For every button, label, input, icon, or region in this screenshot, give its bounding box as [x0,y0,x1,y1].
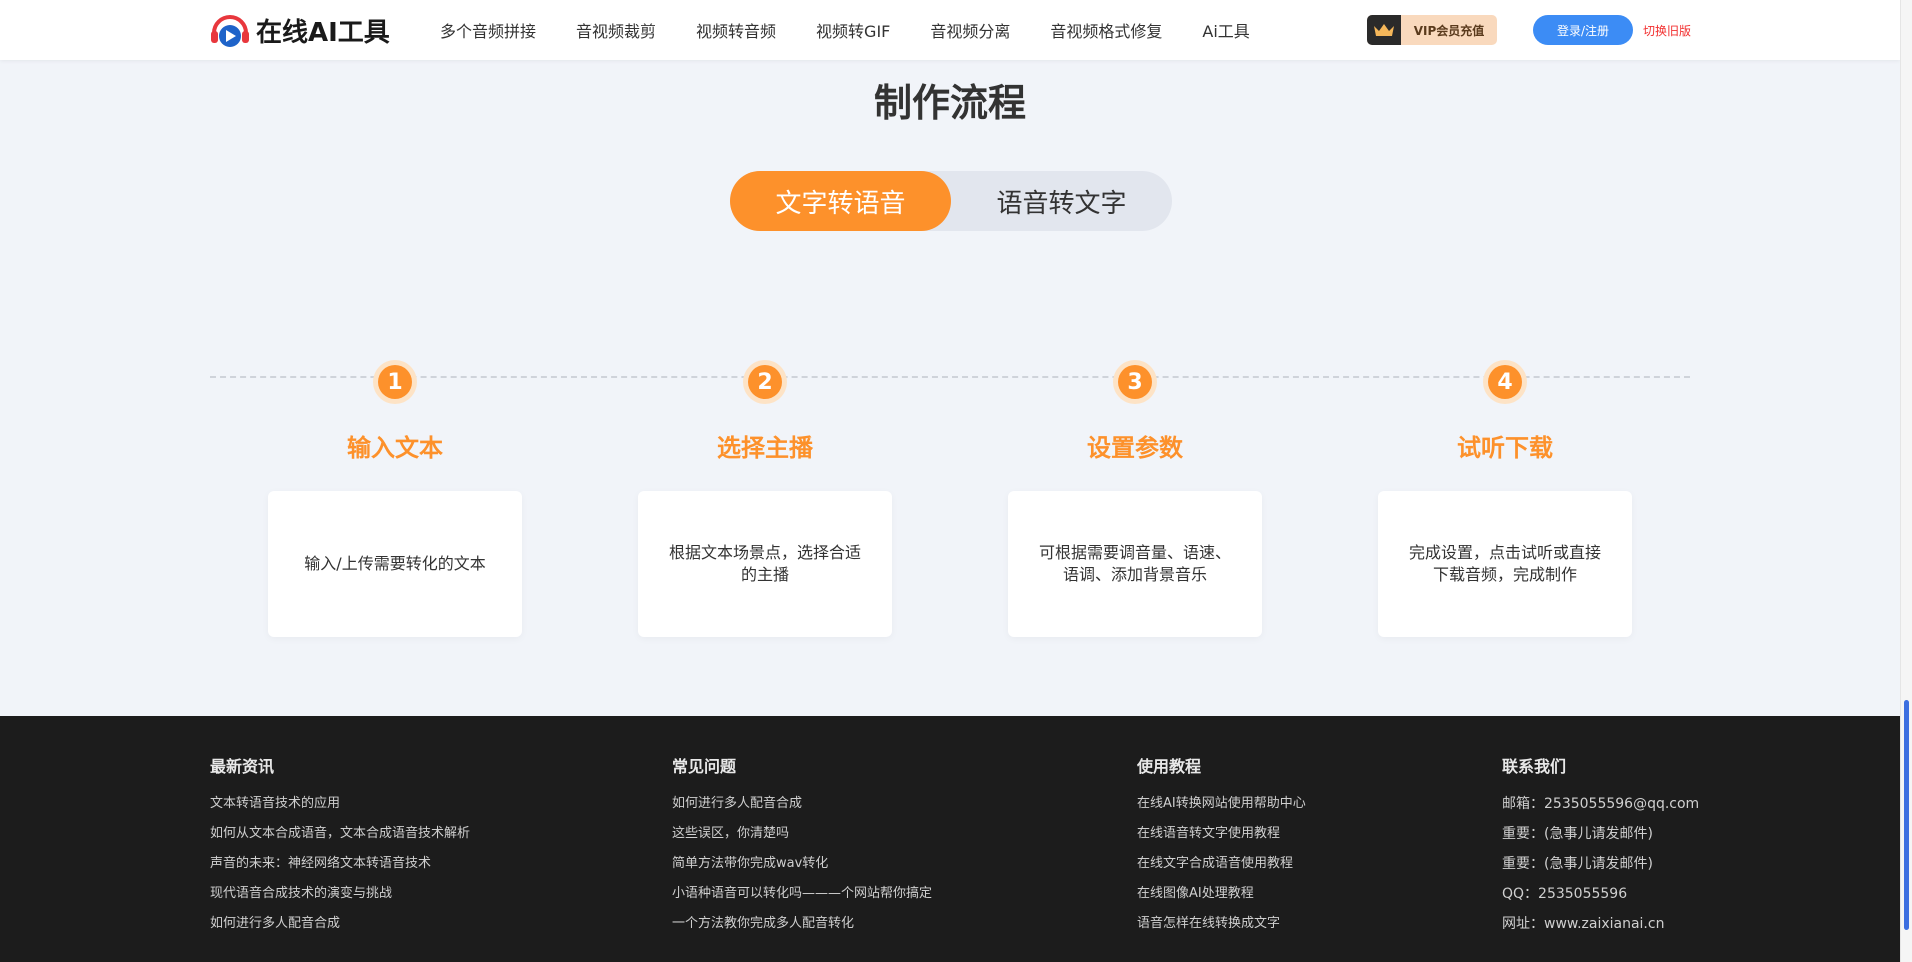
footer-link[interactable]: 现代语音合成技术的演变与挑战 [210,879,470,909]
vip-recharge-button[interactable]: VIP会员充值 [1367,15,1497,45]
step-number-badge: 1 [373,360,417,404]
top-header: 在线AI工具 多个音频拼接 音视频裁剪 视频转音频 视频转GIF 音视频分离 音… [0,0,1900,60]
nav-item-video-to-gif[interactable]: 视频转GIF [816,18,890,42]
nav-item-av-separate[interactable]: 音视频分离 [930,18,1010,42]
login-register-button[interactable]: 登录/注册 [1533,15,1633,45]
footer-link[interactable]: 如何从文本合成语音，文本合成语音技术解析 [210,819,470,849]
contact-website: 网址：www.zaixianai.cn [1502,916,1665,932]
footer-link[interactable]: 在线AI转换网站使用帮助中心 [1137,789,1306,819]
logo-icon [210,11,254,49]
tab-speech-to-text[interactable]: 语音转文字 [951,171,1172,231]
nav-item-audio-merge[interactable]: 多个音频拼接 [440,18,536,42]
step-number: 2 [748,365,782,399]
contact-qq: QQ：2535055596 [1502,886,1628,902]
main-nav: 多个音频拼接 音视频裁剪 视频转音频 视频转GIF 音视频分离 音视频格式修复 … [440,0,1290,60]
footer-column-contact: 联系我们 邮箱：2535055596@qq.com 重要：(急事儿请发邮件) 重… [1502,753,1699,939]
step-card: 完成设置，点击试听或直接下载音频，完成制作 [1378,491,1632,637]
step-card: 输入/上传需要转化的文本 [268,491,522,637]
footer-link[interactable]: 这些误区，你清楚吗 [672,819,932,849]
step-description: 完成设置，点击试听或直接下载音频，完成制作 [1408,543,1601,584]
step-description: 可根据需要调音量、语速、语调、添加背景音乐 [1038,543,1231,584]
site-logo[interactable]: 在线AI工具 [210,10,390,50]
footer-link[interactable]: 小语种语音可以转化吗———个网站帮你搞定 [672,879,932,909]
step-1: 1 输入文本 输入/上传需要转化的文本 [265,360,525,637]
footer-link[interactable]: 在线图像AI处理教程 [1137,879,1306,909]
footer-column-title: 常见问题 [672,757,737,776]
footer-link[interactable]: 文本转语音技术的应用 [210,789,470,819]
step-description: 输入/上传需要转化的文本 [304,554,486,573]
step-number: 3 [1118,365,1152,399]
step-title: 输入文本 [347,434,443,462]
vip-label: VIP会员充值 [1413,23,1485,38]
footer-column-tutorials: 使用教程 在线AI转换网站使用帮助中心 在线语音转文字使用教程 在线文字合成语音… [1137,753,1306,939]
footer-link[interactable]: 在线语音转文字使用教程 [1137,819,1306,849]
nav-item-video-to-audio[interactable]: 视频转音频 [696,18,776,42]
footer-column-news: 最新资讯 文本转语音技术的应用 如何从文本合成语音，文本合成语音技术解析 声音的… [210,753,470,939]
step-number-badge: 2 [743,360,787,404]
step-number: 4 [1488,365,1522,399]
step-title: 设置参数 [1087,434,1183,462]
footer-column-title: 最新资讯 [210,757,275,776]
contact-note: 重要：(急事儿请发邮件) [1502,826,1653,842]
step-title: 选择主播 [717,434,813,462]
section-title: 制作流程 [873,81,1026,125]
process-tabs: 文字转语音 语音转文字 [730,171,1172,231]
step-card: 可根据需要调音量、语速、语调、添加背景音乐 [1008,491,1262,637]
step-description: 根据文本场景点，选择合适的主播 [668,543,861,584]
page-footer: 最新资讯 文本转语音技术的应用 如何从文本合成语音，文本合成语音技术解析 声音的… [0,716,1900,962]
tab-text-to-speech[interactable]: 文字转语音 [730,171,951,231]
step-4: 4 试听下载 完成设置，点击试听或直接下载音频，完成制作 [1375,360,1635,637]
footer-link[interactable]: 一个方法教你完成多人配音转化 [672,909,932,939]
contact-note: 重要：(急事儿请发邮件) [1502,856,1653,872]
step-3: 3 设置参数 可根据需要调音量、语速、语调、添加背景音乐 [1005,360,1265,637]
contact-email: 邮箱：2535055596@qq.com [1502,796,1700,812]
step-title: 试听下载 [1457,434,1553,462]
step-number-badge: 4 [1483,360,1527,404]
step-number-badge: 3 [1113,360,1157,404]
nav-item-format-repair[interactable]: 音视频格式修复 [1050,18,1162,42]
footer-link[interactable]: 简单方法带你完成wav转化 [672,849,932,879]
footer-link[interactable]: 语音怎样在线转换成文字 [1137,909,1306,939]
scrollbar-thumb[interactable] [1904,700,1909,930]
nav-item-ai-tools[interactable]: Ai工具 [1202,18,1249,42]
footer-column-faq: 常见问题 如何进行多人配音合成 这些误区，你清楚吗 简单方法带你完成wav转化 … [672,753,932,939]
step-card: 根据文本场景点，选择合适的主播 [638,491,892,637]
nav-item-av-cut[interactable]: 音视频裁剪 [576,18,656,42]
footer-link[interactable]: 如何进行多人配音合成 [210,909,470,939]
footer-link[interactable]: 声音的未来：神经网络文本转语音技术 [210,849,470,879]
step-2: 2 选择主播 根据文本场景点，选择合适的主播 [635,360,895,637]
logo-text: 在线AI工具 [256,17,390,48]
footer-link[interactable]: 在线文字合成语音使用教程 [1137,849,1306,879]
crown-icon [1367,15,1401,45]
footer-link[interactable]: 如何进行多人配音合成 [672,789,932,819]
step-number: 1 [378,365,412,399]
footer-column-title: 使用教程 [1137,757,1202,776]
switch-old-version-link[interactable]: 切换旧版 [1643,22,1691,39]
footer-column-title: 联系我们 [1502,757,1567,776]
